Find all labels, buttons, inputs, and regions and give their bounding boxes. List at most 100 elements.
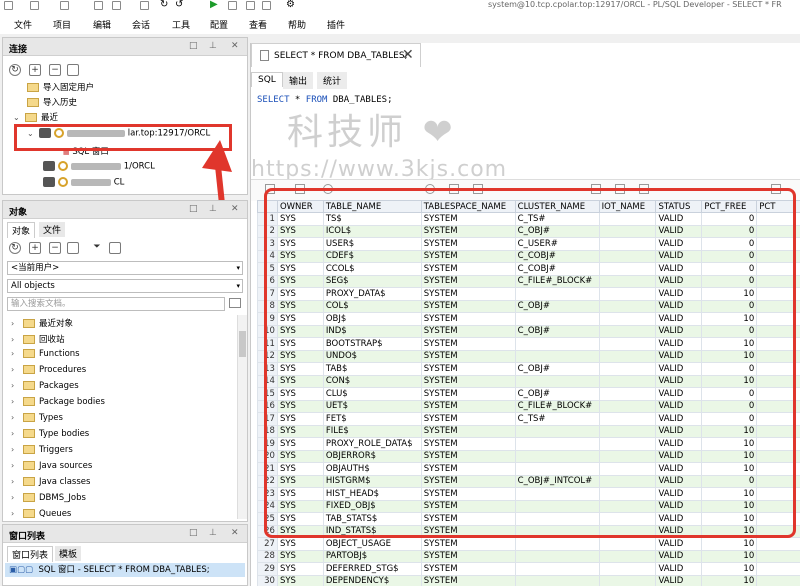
table-cell[interactable]: SYS xyxy=(276,562,324,576)
table-cell[interactable]: SYSTEM xyxy=(420,399,516,413)
table-cell[interactable]: C_OBJ# xyxy=(514,362,600,376)
tree-item-type-bodies[interactable]: › Type bodies xyxy=(11,429,89,443)
panel-min-icon[interactable]: □ xyxy=(189,41,198,51)
table-row[interactable]: 24 SYS FIXED_OBJ$ SYSTEM VALID 10 xyxy=(257,499,800,513)
tree-item-fixed-users[interactable]: 导入固定用户 xyxy=(27,81,94,95)
table-cell[interactable]: SYS xyxy=(276,462,324,476)
table-cell[interactable]: 0 xyxy=(701,262,758,276)
table-cell[interactable]: VALID xyxy=(655,262,703,276)
table-cell[interactable] xyxy=(598,324,657,338)
table-cell[interactable]: IND$ xyxy=(322,324,422,338)
table-cell[interactable] xyxy=(514,437,600,451)
table-cell[interactable] xyxy=(756,449,800,463)
table-cell[interactable]: C_OBJ# xyxy=(514,299,600,313)
save-icon[interactable] xyxy=(94,1,103,10)
table-row[interactable]: 30 SYS DEPENDENCY$ SYSTEM VALID 10 xyxy=(257,574,800,586)
table-cell[interactable]: SYSTEM xyxy=(420,299,516,313)
table-cell[interactable]: SYSTEM xyxy=(420,237,516,251)
table-cell[interactable]: CCOL$ xyxy=(322,262,422,276)
table-cell[interactable]: 10 xyxy=(701,487,758,501)
table-row[interactable]: 14 SYS CON$ SYSTEM VALID 10 xyxy=(257,374,800,388)
pin-icon[interactable]: ⊥ xyxy=(209,528,217,538)
table-cell[interactable]: VALID xyxy=(655,462,703,476)
table-cell[interactable]: SYS xyxy=(276,487,324,501)
table-cell[interactable] xyxy=(598,399,657,413)
close-icon[interactable]: ✕ xyxy=(231,528,239,538)
folder-icon[interactable] xyxy=(67,64,79,76)
table-cell[interactable] xyxy=(598,562,657,576)
table-cell[interactable]: 0 xyxy=(701,224,758,238)
table-cell[interactable] xyxy=(514,487,600,501)
table-cell[interactable]: SYS xyxy=(276,224,324,238)
filter-icon[interactable]: ⏷ xyxy=(91,242,103,254)
table-cell[interactable] xyxy=(598,387,657,401)
table-cell[interactable]: SYSTEM xyxy=(420,524,516,538)
table-cell[interactable]: VALID xyxy=(655,562,703,576)
table-cell[interactable] xyxy=(598,224,657,238)
table-cell[interactable]: SYS xyxy=(276,237,324,251)
undo-icon[interactable]: ↺ xyxy=(175,0,183,10)
table-cell[interactable] xyxy=(598,212,657,226)
table-cell[interactable]: SYSTEM xyxy=(420,362,516,376)
table-cell[interactable] xyxy=(756,274,800,288)
table-cell[interactable]: VALID xyxy=(655,274,703,288)
menu-edit[interactable]: 编辑 xyxy=(93,18,111,31)
table-cell[interactable]: 0 xyxy=(701,399,758,413)
close-icon[interactable]: ✕ xyxy=(231,204,239,214)
table-cell[interactable]: 0 xyxy=(701,324,758,338)
tab-window-list[interactable]: 窗口列表 xyxy=(7,546,54,562)
table-cell[interactable] xyxy=(756,299,800,313)
table-row[interactable]: 4 SYS CDEF$ SYSTEM C_COBJ# VALID 0 xyxy=(257,249,800,263)
grid-tool-icon[interactable] xyxy=(323,184,333,194)
table-cell[interactable]: SYS xyxy=(276,299,324,313)
table-cell[interactable]: SYSTEM xyxy=(420,574,516,586)
table-cell[interactable]: SYSTEM xyxy=(420,337,516,351)
table-cell[interactable]: SYSTEM xyxy=(420,549,516,563)
table-cell[interactable] xyxy=(514,349,600,363)
tree-item-java-classes[interactable]: › Java classes xyxy=(11,477,90,491)
stop-icon[interactable] xyxy=(228,1,237,10)
table-cell[interactable] xyxy=(756,349,800,363)
table-cell[interactable]: SYSTEM xyxy=(420,349,516,363)
table-cell[interactable] xyxy=(514,312,600,326)
scrollbar[interactable] xyxy=(237,315,247,519)
table-cell[interactable] xyxy=(756,387,800,401)
table-cell[interactable]: 0 xyxy=(701,237,758,251)
column-header[interactable]: CLUSTER_NAME xyxy=(514,200,600,213)
table-cell[interactable]: VALID xyxy=(655,387,703,401)
table-cell[interactable] xyxy=(756,374,800,388)
table-cell[interactable] xyxy=(756,537,800,551)
table-cell[interactable]: SYS xyxy=(276,349,324,363)
table-row[interactable]: 10 SYS IND$ SYSTEM C_OBJ# VALID 0 xyxy=(257,324,800,338)
table-cell[interactable] xyxy=(514,337,600,351)
connection-active[interactable]: ⌄ lar.top:12917/ORCL xyxy=(27,128,210,142)
table-cell[interactable] xyxy=(598,237,657,251)
table-cell[interactable]: OBJERROR$ xyxy=(322,449,422,463)
table-row[interactable]: 13 SYS TAB$ SYSTEM C_OBJ# VALID 0 xyxy=(257,362,800,376)
column-header[interactable]: OWNER xyxy=(276,200,324,213)
table-cell[interactable]: SYSTEM xyxy=(420,287,516,301)
table-cell[interactable] xyxy=(514,512,600,526)
table-cell[interactable]: IND_STATS$ xyxy=(322,524,422,538)
table-row[interactable]: 16 SYS UET$ SYSTEM C_FILE#_BLOCK# VALID 0 xyxy=(257,399,800,413)
table-cell[interactable]: SYSTEM xyxy=(420,437,516,451)
table-row[interactable]: 12 SYS UNDO$ SYSTEM VALID 10 xyxy=(257,349,800,363)
table-cell[interactable]: VALID xyxy=(655,437,703,451)
connection-2[interactable]: 1/ORCL xyxy=(43,161,155,175)
table-cell[interactable]: 10 xyxy=(701,437,758,451)
grid-tool-icon[interactable] xyxy=(771,184,781,194)
table-cell[interactable]: FIXED_OBJ$ xyxy=(322,499,422,513)
table-row[interactable]: 3 SYS USER$ SYSTEM C_USER# VALID 0 xyxy=(257,237,800,251)
table-cell[interactable]: FET$ xyxy=(322,412,422,426)
table-cell[interactable]: C_FILE#_BLOCK# xyxy=(514,399,600,413)
table-cell[interactable]: SYSTEM xyxy=(420,512,516,526)
table-cell[interactable]: CLU$ xyxy=(322,387,422,401)
table-cell[interactable]: SYS xyxy=(276,412,324,426)
table-cell[interactable] xyxy=(514,287,600,301)
table-row[interactable]: 15 SYS CLU$ SYSTEM C_OBJ# VALID 0 xyxy=(257,387,800,401)
table-cell[interactable]: 10 xyxy=(701,549,758,563)
tab-files[interactable]: 文件 xyxy=(39,222,66,237)
table-cell[interactable]: SYS xyxy=(276,512,324,526)
column-header[interactable]: PCT_FREE xyxy=(701,200,758,213)
table-cell[interactable]: 0 xyxy=(701,474,758,488)
